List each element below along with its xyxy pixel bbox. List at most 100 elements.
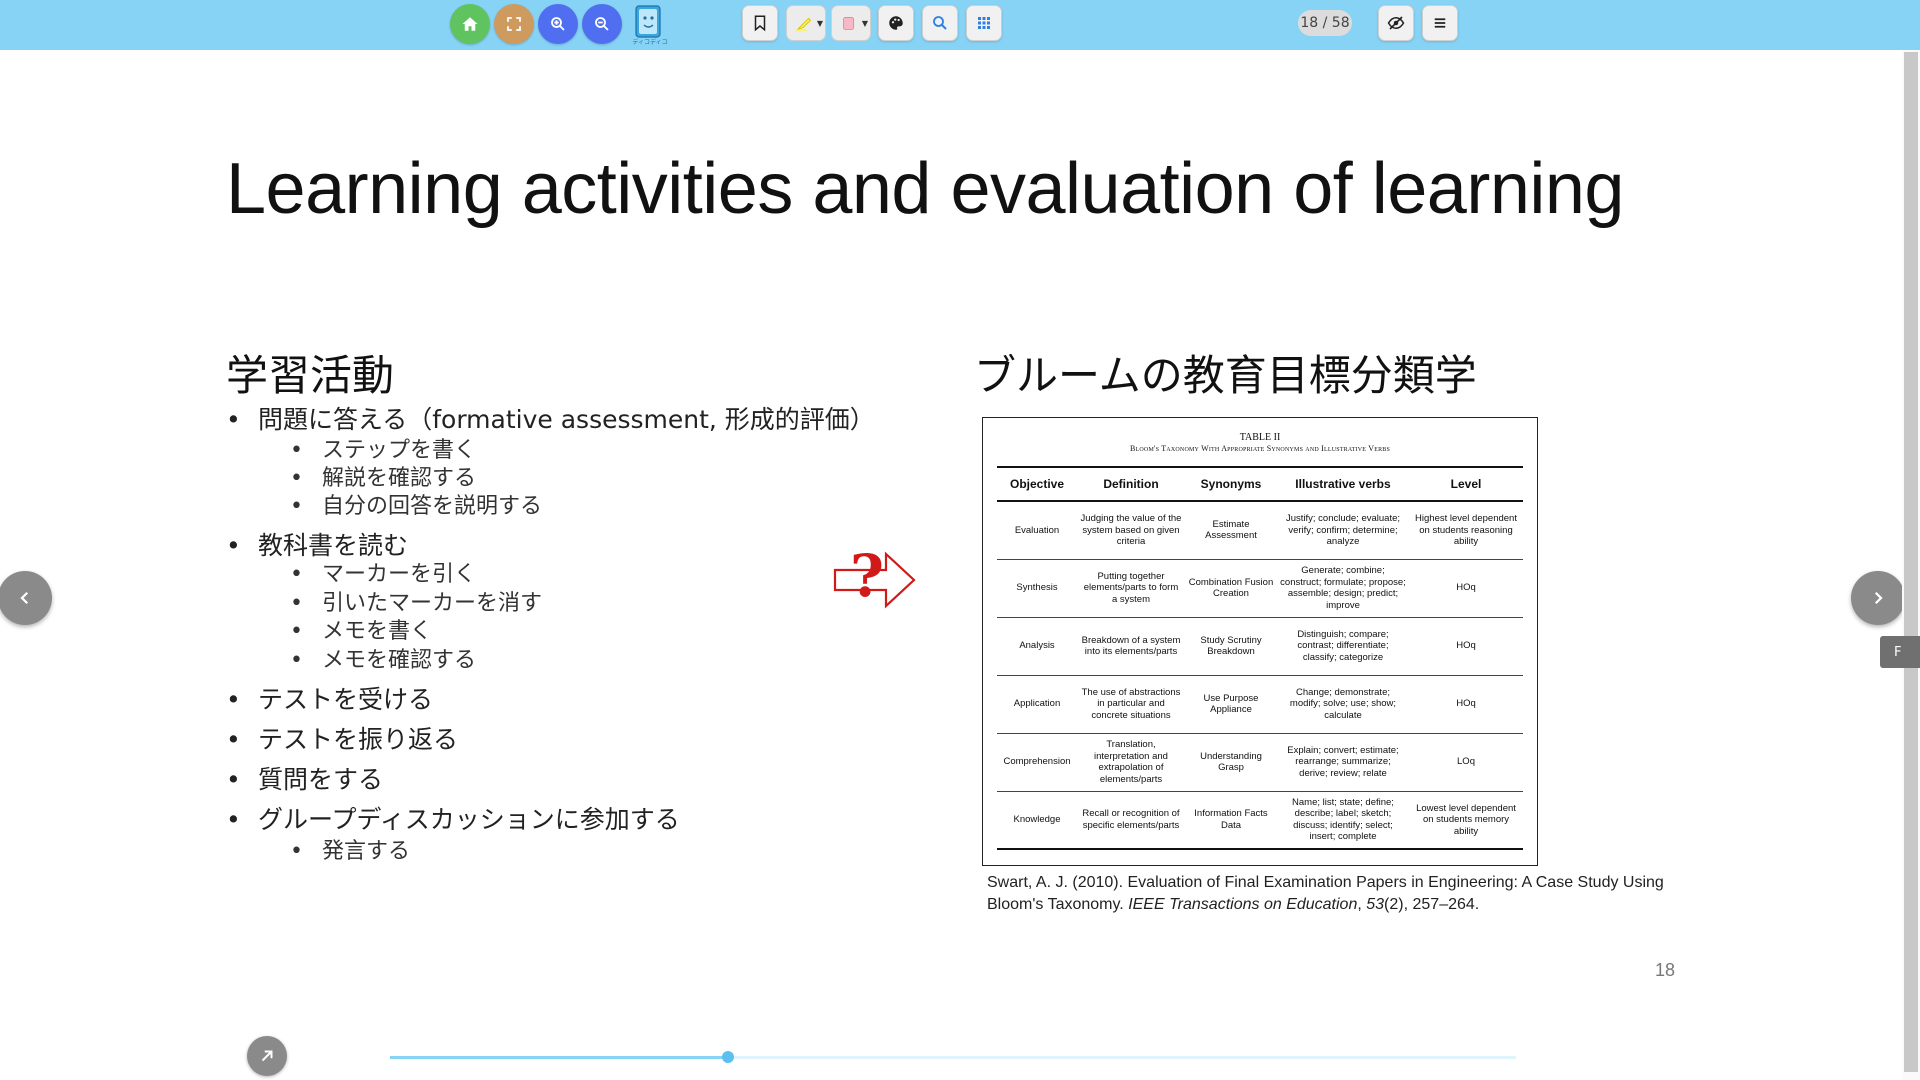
- highlighter-dropdown[interactable]: ▼: [786, 5, 826, 41]
- search-icon: [933, 16, 947, 30]
- table-cell: Breakdown of a system into its elements/…: [1077, 617, 1185, 676]
- sub-bullet-item: • 自分の回答を説明する: [290, 494, 543, 519]
- table-header-cell: Objective: [1009, 477, 1065, 491]
- table-row: Evaluation Judging the value of the syst…: [997, 501, 1523, 560]
- table-header-cell: Definition: [1103, 477, 1159, 491]
- sub-bullet-item: • メモを確認する: [290, 648, 477, 673]
- table-cell: Understanding Grasp: [1185, 733, 1277, 792]
- slide-progress-track[interactable]: [390, 1051, 1516, 1063]
- table-header-row: Objective Definition Synonyms Illustrati…: [997, 467, 1523, 501]
- palette-button[interactable]: [878, 5, 914, 41]
- top-toolbar: ディコディコ ▼ ▼ 18 / 58: [0, 0, 1920, 50]
- question-arrow-graphic: ?: [832, 542, 918, 612]
- table-cell: Estimate Assessment: [1185, 501, 1277, 560]
- table-cell: Recall or recognition of specific elemen…: [1077, 791, 1185, 850]
- question-mark: ?: [850, 542, 884, 610]
- next-slide-button[interactable]: [1851, 571, 1905, 625]
- table-cell: LOq: [1409, 733, 1523, 792]
- side-panel-tab[interactable]: F: [1880, 636, 1920, 668]
- home-icon: [462, 17, 478, 31]
- bullet-item: • 質問をする: [226, 765, 384, 794]
- grid-icon: [978, 17, 990, 29]
- previous-slide-button[interactable]: [0, 571, 52, 625]
- bookmark-button[interactable]: [742, 5, 778, 41]
- fullscreen-icon: [507, 17, 521, 31]
- table-row: Analysis Breakdown of a system into its …: [997, 617, 1523, 676]
- table-row: Application The use of abstractions in p…: [997, 675, 1523, 734]
- table-cell: Comprehension: [997, 733, 1077, 792]
- logo-caption: ディコディコ: [632, 39, 668, 46]
- citation-volume: 53: [1366, 896, 1385, 913]
- table-cell: Putting together elements/parts to form …: [1077, 559, 1185, 618]
- home-button[interactable]: [450, 4, 490, 44]
- table-cell: Lowest level dependent on students memor…: [1409, 791, 1523, 850]
- bullet-item: • グループディスカッションに参加する: [226, 805, 680, 834]
- highlighter-icon: [795, 17, 812, 32]
- table-subtitle: Bloom's Taxonomy With Appropriate Synony…: [1129, 444, 1391, 453]
- expand-button[interactable]: [247, 1036, 287, 1076]
- table-row: Knowledge Recall or recognition of speci…: [997, 791, 1523, 850]
- zoom-in-button[interactable]: [538, 4, 578, 44]
- bullet-item: • テストを受ける: [226, 685, 434, 714]
- citation: Swart, A. J. (2010). Evaluation of Final…: [987, 872, 1687, 916]
- table-cell: HOq: [1409, 675, 1523, 734]
- table-header-cell: Synonyms: [1200, 477, 1262, 491]
- chevron-down-icon: ▼: [861, 19, 868, 28]
- table-cell: Synthesis: [997, 559, 1077, 618]
- citation-journal: IEEE Transactions on Education: [1128, 896, 1358, 913]
- zoom-out-button[interactable]: [582, 4, 622, 44]
- citation-line-1: Swart, A. J. (2010). Evaluation of Final…: [987, 874, 1664, 891]
- palette-icon: [889, 16, 903, 30]
- scrollbar-thumb[interactable]: [1904, 52, 1918, 1072]
- table-row: Comprehension Translation, interpretatio…: [997, 733, 1523, 792]
- slide-title: Learning activities and evaluation of le…: [226, 149, 1624, 229]
- slide-progress-handle[interactable]: [721, 1051, 734, 1063]
- eraser-icon: [843, 17, 855, 30]
- chevron-right-icon: [1874, 591, 1883, 605]
- table-cell: Justify; conclude; evaluate; verify; con…: [1277, 501, 1409, 560]
- chevron-down-icon: ▼: [816, 19, 823, 28]
- table-cell: Information Facts Data: [1185, 791, 1277, 850]
- bloom-taxonomy-heading: ブルームの教育目標分類学: [974, 351, 1477, 400]
- zoom-out-icon: [595, 17, 609, 31]
- citation-line-2: Bloom's Taxonomy. IEEE Transactions on E…: [987, 896, 1480, 913]
- table-cell: Combination Fusion Creation: [1185, 559, 1277, 618]
- bullet-item: • 問題に答える（formative assessment, 形成的評価）: [226, 405, 875, 434]
- hamburger-icon: [1434, 18, 1446, 28]
- table-cell: HOq: [1409, 559, 1523, 618]
- table-cell: Explain; convert; estimate; rearrange; s…: [1277, 733, 1409, 792]
- learning-activities-heading: 学習活動: [226, 351, 395, 400]
- table-cell: Translation, interpretation and extrapol…: [1077, 733, 1185, 792]
- table-header-cell: Level: [1450, 477, 1482, 491]
- table-cell: Name; list; state; define; describe; lab…: [1277, 791, 1409, 850]
- table-row: Synthesis Putting together elements/part…: [997, 559, 1523, 618]
- bookmark-icon: [754, 15, 766, 32]
- grid-view-button[interactable]: [966, 5, 1002, 41]
- arrow-up-right-icon: [261, 1050, 273, 1062]
- chevron-left-icon: [20, 591, 29, 605]
- table-cell: Study Scrutiny Breakdown: [1185, 617, 1277, 676]
- table-cell: Knowledge: [997, 791, 1077, 850]
- search-button[interactable]: [922, 5, 958, 41]
- sub-bullet-item: • メモを書く: [290, 619, 433, 644]
- menu-button[interactable]: [1422, 5, 1458, 41]
- bloom-table: Objective Definition Synonyms Illustrati…: [997, 466, 1523, 850]
- eraser-dropdown[interactable]: ▼: [831, 5, 871, 41]
- table-cell: The use of abstractions in particular an…: [1077, 675, 1185, 734]
- bullet-item: • テストを振り返る: [226, 725, 459, 754]
- table-cell: Generate; combine; construct; formulate;…: [1277, 559, 1409, 618]
- page-indicator[interactable]: 18 / 58: [1298, 10, 1352, 36]
- sub-bullet-item: • 発言する: [290, 839, 411, 864]
- table-title: TABLE II: [1239, 432, 1281, 443]
- sub-bullet-item: • マーカーを引く: [290, 562, 477, 587]
- hide-annotations-button[interactable]: [1378, 5, 1414, 41]
- fullscreen-button[interactable]: [494, 4, 534, 44]
- table-cell: Judging the value of the system based on…: [1077, 501, 1185, 560]
- table-cell: Analysis: [997, 617, 1077, 676]
- table-header-cell: Illustrative verbs: [1295, 477, 1391, 491]
- table-cell: Application: [997, 675, 1077, 734]
- eye-off-icon: [1387, 16, 1405, 30]
- app-logo[interactable]: ディコディコ: [632, 4, 668, 46]
- slide-number: 18: [1655, 960, 1676, 980]
- table-cell: Change; demonstrate; modify; solve; use;…: [1277, 675, 1409, 734]
